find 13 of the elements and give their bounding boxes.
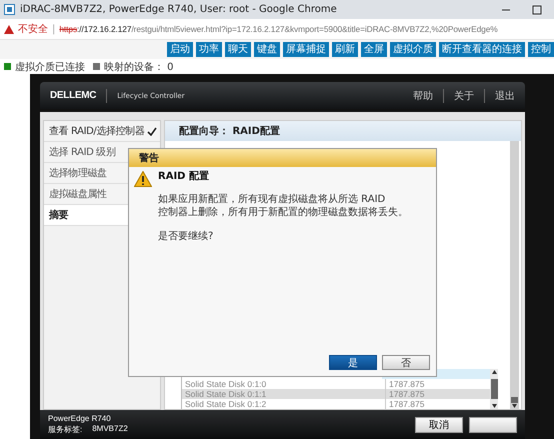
logo: DELLEMC <box>50 90 96 101</box>
window-title: iDRAC-8MVB7Z2, PowerEdge R740, User: root - Google Chrome <box>20 4 338 15</box>
content-title: 配置向导： RAID配置 <box>165 121 521 141</box>
separator: | <box>52 24 56 34</box>
dialog-message: 如果应用新配置，所有现有虚拟磁盘将从所选 RAID 控制器上删除，所有用于新配置的物理磁盘数据将丢失。 <box>158 193 408 219</box>
status-label: 映射的设备： 0 <box>104 60 174 74</box>
service-tag-label: 服务标签: <box>48 424 82 435</box>
service-tag: 8MVB7Z2 <box>92 424 128 435</box>
model-name: PowerEdge R740 <box>48 414 112 423</box>
dialog-heading: RAID 配置 <box>158 170 210 183</box>
dialog-title: 警告 <box>129 149 436 167</box>
dialog-question: 是否要继续? <box>158 230 214 243</box>
status-label: 虚拟介质已连接 <box>15 60 85 74</box>
